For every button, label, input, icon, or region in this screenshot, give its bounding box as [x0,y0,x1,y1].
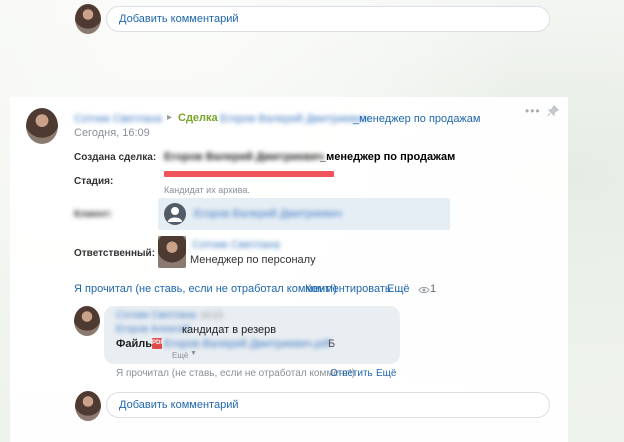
post-time: Сегодня, 16:09 [74,127,150,139]
stage-text: Кандидат их архива. [164,185,250,195]
file-more-link[interactable]: Ещё [172,351,188,360]
entity-name-suffix[interactable]: _менеджер по продажам [353,113,480,125]
add-comment-input-top[interactable]: Добавить комментарий [106,6,550,32]
reply-mention[interactable]: Егоров Алексей [116,324,190,335]
entity-type: Сделка [178,112,218,124]
feed-post [10,97,568,442]
reply-text: кандидат в резерв [182,324,277,336]
created-deal-label: Создана сделка: [74,152,157,163]
arrow-right-icon: ▸ [167,112,173,123]
reply-author-avatar[interactable] [74,306,100,336]
views-count: 1 [430,283,437,295]
pin-icon[interactable] [547,105,559,117]
post-author-avatar[interactable] [26,108,58,144]
add-comment-label: Добавить комментарий [119,13,239,25]
add-comment-input-bottom[interactable]: Добавить комментарий [106,392,550,418]
client-label: Клиент: [74,209,113,220]
reply-author-name[interactable]: Сотник Светлана [116,310,196,321]
reply-link[interactable]: Ответить [330,368,373,379]
created-deal-name-blurred[interactable]: Егоров Валерий Дмитриевич [164,151,324,163]
responsible-label: Ответственный: [74,248,156,259]
person-icon [164,203,186,225]
entity-name-blurred[interactable]: Егоров Валерий Дмитриевич [220,113,368,125]
reply-time: 16:13 [200,310,223,320]
file-name[interactable]: Егоров Валерий Дмитриевич.pdf [164,338,330,350]
chevron-down-icon[interactable]: ▼ [190,350,197,357]
file-size-unit: Б [328,338,336,350]
stage-label: Стадия: [74,176,114,187]
client-card[interactable]: Егоров Валерий Дмитриевич [158,198,450,230]
responsible-avatar[interactable] [158,236,186,268]
eye-icon [418,286,430,294]
current-user-avatar-bottom [75,391,101,421]
client-name[interactable]: Егоров Валерий Дмитриевич [194,208,342,220]
reply-more-link[interactable]: Ещё [376,368,396,379]
responsible-name[interactable]: Сотник Светлана [192,239,280,251]
comment-link[interactable]: Комментировать [305,283,391,295]
created-deal-name-suffix[interactable]: _менеджер по продажам [320,151,455,163]
add-comment-label-bottom: Добавить комментарий [119,399,239,411]
post-author-name[interactable]: Сотник Светлана [74,113,162,125]
pdf-icon: PDF [152,338,164,349]
more-link[interactable]: Ещё [387,283,410,295]
read-confirm-link[interactable]: Я прочитал (не ставь, если не отработал … [74,283,337,295]
reply-read-confirm-link[interactable]: Я прочитал (не ставь, если не отработал … [116,368,355,379]
stage-bar [164,171,334,177]
ellipsis-icon[interactable]: ••• [525,104,541,118]
current-user-avatar [75,4,101,34]
responsible-role: Менеджер по персоналу [190,254,316,266]
